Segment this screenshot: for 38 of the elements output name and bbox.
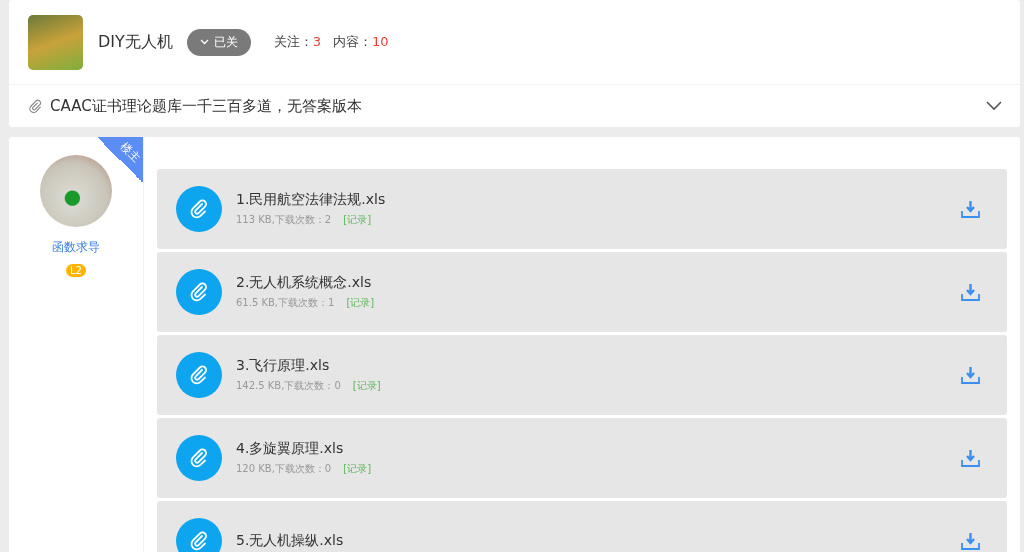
download-icon[interactable] <box>961 366 980 384</box>
file-name[interactable]: 3.飞行原理.xls <box>236 357 961 375</box>
download-icon[interactable] <box>961 532 980 550</box>
file-name[interactable]: 4.多旋翼原理.xls <box>236 440 961 458</box>
paperclip-icon <box>28 99 42 113</box>
chevron-down-icon[interactable] <box>986 101 1002 111</box>
author-name[interactable]: 函数求导 <box>52 239 100 256</box>
download-icon[interactable] <box>961 200 980 218</box>
file-item[interactable]: 3.飞行原理.xls 142.5 KB,下载次数：0 [记录] <box>157 335 1007 415</box>
post-title: CAAC证书理论题库一千三百多道，无答案版本 <box>50 96 363 116</box>
group-name: DIY无人机 <box>98 31 173 53</box>
paperclip-icon <box>176 435 222 481</box>
ribbon-badge: 楼主 <box>97 137 143 183</box>
stat-label: 关注： <box>273 34 313 49</box>
file-item[interactable]: 5.无人机操纵.xls <box>157 501 1007 552</box>
download-icon[interactable] <box>961 283 980 301</box>
paperclip-icon <box>176 186 222 232</box>
file-name[interactable]: 5.无人机操纵.xls <box>236 532 961 550</box>
file-item[interactable]: 4.多旋翼原理.xls 120 KB,下载次数：0 [记录] <box>157 418 1007 498</box>
file-item[interactable]: 2.无人机系统概念.xls 61.5 KB,下载次数：1 [记录] <box>157 252 1007 332</box>
paperclip-icon <box>176 352 222 398</box>
file-meta: 113 KB,下载次数：2 <box>236 213 332 227</box>
file-meta: 61.5 KB,下载次数：1 <box>236 296 335 310</box>
stat-value: 3 <box>312 34 322 49</box>
file-meta: 142.5 KB,下载次数：0 <box>236 379 341 393</box>
level-badge: L2 <box>66 264 86 277</box>
follow-button[interactable]: 已关 <box>186 28 251 56</box>
file-name[interactable]: 1.民用航空法律法规.xls <box>236 191 961 209</box>
file-meta: 120 KB,下载次数：0 <box>236 462 332 476</box>
group-photo-placeholder <box>28 14 83 70</box>
file-item[interactable]: 1.民用航空法律法规.xls 113 KB,下载次数：2 [记录] <box>157 169 1007 249</box>
stat-value: 10 <box>372 34 389 49</box>
file-name[interactable]: 2.无人机系统概念.xls <box>236 274 961 292</box>
paperclip-icon <box>176 269 222 315</box>
stat-label: 内容： <box>333 34 373 49</box>
paperclip-icon <box>176 518 222 552</box>
check-icon <box>199 39 209 45</box>
download-icon[interactable] <box>961 449 980 467</box>
